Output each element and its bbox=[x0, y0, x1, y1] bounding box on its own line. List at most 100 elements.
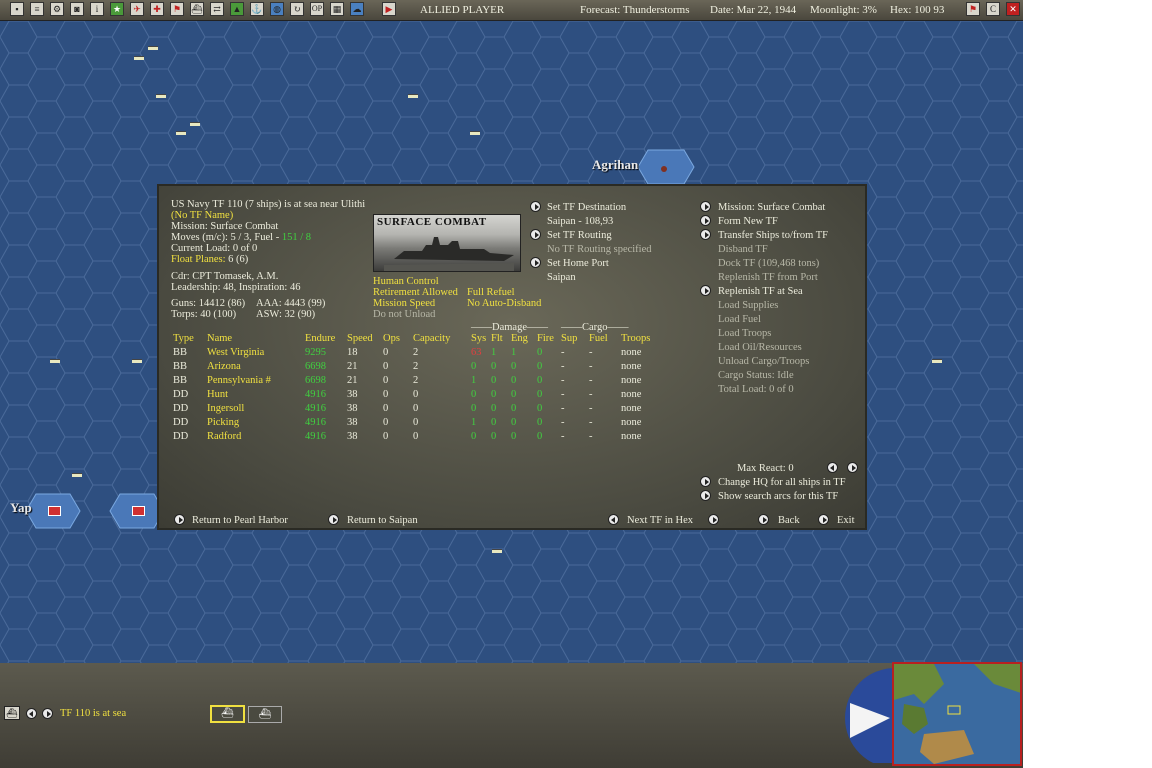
back-arrow-icon[interactable] bbox=[758, 514, 769, 525]
form-new-tf-button[interactable]: Form New TF bbox=[718, 216, 778, 228]
form-tf-arrow-icon[interactable] bbox=[700, 215, 711, 226]
cell-name[interactable]: Arizona bbox=[207, 361, 241, 373]
max-react-label: Max React: 0 bbox=[737, 463, 794, 474]
mission-arrow-icon[interactable] bbox=[700, 201, 711, 212]
ship-marker[interactable] bbox=[176, 131, 186, 135]
react-increase-icon[interactable] bbox=[847, 462, 858, 473]
return-saipan-arrow-icon[interactable] bbox=[328, 514, 339, 525]
react-decrease-icon[interactable] bbox=[827, 462, 838, 473]
cell-sup: - bbox=[561, 431, 565, 442]
change-hq-arrow-icon[interactable] bbox=[700, 476, 711, 487]
info-icon[interactable]: i bbox=[90, 2, 104, 16]
set-home-port-button[interactable]: Set Home Port bbox=[547, 258, 609, 270]
aircraft-icon[interactable]: ✚ bbox=[150, 2, 164, 16]
transfer-ships-button[interactable]: Transfer Ships to/from TF bbox=[718, 230, 828, 242]
cell-endure: 4916 bbox=[305, 403, 326, 414]
prev-unit-icon[interactable] bbox=[26, 708, 37, 719]
next-tf-icon[interactable] bbox=[708, 514, 719, 525]
ship-marker[interactable] bbox=[156, 94, 166, 98]
end-turn-icon[interactable]: ▶ bbox=[382, 2, 396, 16]
cell-sys: 0 bbox=[471, 431, 477, 442]
cell-troops: none bbox=[621, 403, 642, 414]
search-arcs-arrow-icon[interactable] bbox=[700, 490, 711, 501]
refresh-icon[interactable]: ↻ bbox=[290, 2, 304, 16]
show-search-arcs-button[interactable]: Show search arcs for this TF bbox=[718, 491, 838, 503]
options-icon[interactable]: ⚙ bbox=[50, 2, 64, 16]
cell-name[interactable]: Picking bbox=[207, 417, 239, 429]
minimap-viewport[interactable] bbox=[947, 705, 961, 715]
return-pearl-button[interactable]: Return to Pearl Harbor bbox=[192, 515, 288, 527]
tf-list-icon[interactable]: ⛴ bbox=[4, 706, 20, 720]
set-routing-button[interactable]: Set TF Routing bbox=[547, 230, 612, 242]
cell-fire: 0 bbox=[537, 375, 543, 386]
grid-icon[interactable]: ▦ bbox=[330, 2, 344, 16]
cell-name[interactable]: West Virginia bbox=[207, 347, 264, 359]
globe-icon[interactable]: ◍ bbox=[270, 2, 284, 16]
set-destination-button[interactable]: Set TF Destination bbox=[547, 202, 626, 214]
cell-sys: 0 bbox=[471, 389, 477, 400]
ship-marker[interactable] bbox=[932, 359, 942, 363]
cell-eng: 1 bbox=[511, 347, 517, 358]
cell-name[interactable]: Radford bbox=[207, 431, 241, 443]
replenish-sea-button[interactable]: Replenish TF at Sea bbox=[718, 286, 803, 298]
cell-name[interactable]: Pennsylvania # bbox=[207, 375, 271, 387]
menu-icon[interactable]: ▪ bbox=[10, 2, 24, 16]
flag-icon[interactable]: ⚑ bbox=[170, 2, 184, 16]
ship-marker[interactable] bbox=[134, 56, 144, 60]
cell-sys: 63 bbox=[471, 347, 482, 358]
col-header-sys: Sys bbox=[471, 333, 487, 344]
cell-flt: 0 bbox=[491, 389, 497, 400]
return-saipan-button[interactable]: Return to Saipan bbox=[347, 515, 418, 527]
home-port-arrow-icon[interactable] bbox=[530, 257, 541, 268]
next-unit-icon[interactable] bbox=[42, 708, 53, 719]
replenish-sea-arrow-icon[interactable] bbox=[700, 285, 711, 296]
ship-icon[interactable]: ⛴ bbox=[190, 2, 204, 16]
op-icon[interactable]: OP bbox=[310, 2, 324, 16]
cell-eng: 0 bbox=[511, 431, 517, 442]
flag-toggle-icon[interactable]: ⚑ bbox=[966, 2, 980, 16]
route-icon[interactable]: ⇄ bbox=[210, 2, 224, 16]
transfer-arrow-icon[interactable] bbox=[700, 229, 711, 240]
close-icon[interactable]: ✕ bbox=[1006, 2, 1020, 16]
cell-eng: 0 bbox=[511, 375, 517, 386]
destination-arrow-icon[interactable] bbox=[530, 201, 541, 212]
report-icon[interactable]: ≡ bbox=[30, 2, 44, 16]
auto-disband-option[interactable]: No Auto-Disband bbox=[467, 298, 541, 310]
ship-marker[interactable] bbox=[72, 473, 82, 477]
ship-marker[interactable] bbox=[190, 122, 200, 126]
weather-icon[interactable]: ☁ bbox=[350, 2, 364, 16]
mission-button[interactable]: Mission: Surface Combat bbox=[718, 202, 825, 214]
star-icon[interactable]: ★ bbox=[110, 2, 124, 16]
cell-fire: 0 bbox=[537, 431, 543, 442]
ship-marker[interactable] bbox=[148, 46, 158, 50]
minimap[interactable] bbox=[892, 662, 1022, 766]
cell-name[interactable]: Ingersoll bbox=[207, 403, 244, 415]
exit-button[interactable]: Exit bbox=[837, 515, 855, 527]
ship-marker[interactable] bbox=[132, 359, 142, 363]
unload-option[interactable]: Do not Unload bbox=[373, 309, 435, 321]
save-icon[interactable]: ◙ bbox=[70, 2, 84, 16]
routing-arrow-icon[interactable] bbox=[530, 229, 541, 240]
fleet-icon[interactable]: ⚓ bbox=[250, 2, 264, 16]
island-base-icon[interactable] bbox=[132, 506, 145, 516]
cell-name[interactable]: Hunt bbox=[207, 389, 228, 401]
agrihan-base-dot[interactable] bbox=[661, 166, 667, 172]
ship-marker[interactable] bbox=[470, 131, 480, 135]
ship-marker[interactable] bbox=[492, 549, 502, 553]
cell-capacity: 0 bbox=[413, 389, 419, 400]
ship-marker[interactable] bbox=[50, 359, 60, 363]
prev-tf-icon[interactable] bbox=[608, 514, 619, 525]
back-button[interactable]: Back bbox=[778, 515, 800, 527]
warship-icon[interactable]: ⛴ bbox=[210, 705, 245, 723]
return-pearl-arrow-icon[interactable] bbox=[174, 514, 185, 525]
tf-float-planes[interactable]: Float Planes: 6 (6) bbox=[171, 254, 248, 266]
destroyer-icon[interactable]: ⛴ bbox=[248, 706, 282, 723]
change-hq-button[interactable]: Change HQ for all ships in TF bbox=[718, 477, 846, 489]
land-icon[interactable]: ▲ bbox=[230, 2, 244, 16]
unload-cargo-button: Unload Cargo/Troops bbox=[718, 356, 810, 367]
exit-arrow-icon[interactable] bbox=[818, 514, 829, 525]
yap-base-icon[interactable] bbox=[48, 506, 61, 516]
ship-marker[interactable] bbox=[408, 94, 418, 98]
air-unit-icon[interactable]: ✈ bbox=[130, 2, 144, 16]
console-icon[interactable]: C bbox=[986, 2, 1000, 16]
